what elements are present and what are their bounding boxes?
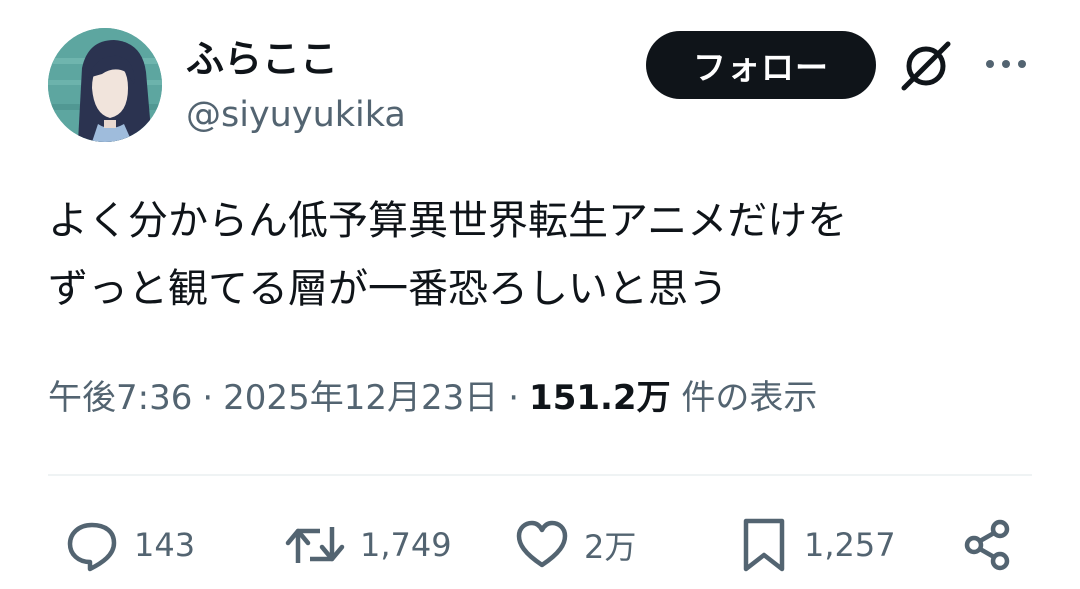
tweet-text: よく分からん低予算異世界転生アニメだけを ずっと観てる層が一番恐ろしいと思う — [48, 187, 1038, 323]
divider — [48, 474, 1032, 476]
action-bar: 143 1,749 2万 1,257 — [0, 510, 1080, 580]
user-info[interactable]: ふらここ @siyuyukika — [186, 36, 406, 136]
meta-separator: · — [202, 378, 214, 418]
reply-count: 143 — [134, 526, 196, 564]
repost-button[interactable]: 1,749 — [284, 510, 452, 580]
grok-icon[interactable] — [898, 38, 954, 94]
share-icon — [964, 519, 1010, 571]
bookmark-count: 1,257 — [804, 526, 896, 564]
views-label: 件の表示 — [681, 378, 818, 418]
tweet-text-line: よく分からん低予算異世界転生アニメだけを — [48, 198, 848, 244]
like-count: 2万 — [584, 528, 637, 566]
follow-button[interactable]: フォロー — [646, 31, 876, 99]
user-handle[interactable]: @siyuyukika — [186, 94, 406, 136]
display-name[interactable]: ふらここ — [186, 36, 406, 82]
tweet-text-line: ずっと観てる層が一番恐ろしいと思う — [48, 266, 728, 312]
bookmark-button[interactable]: 1,257 — [738, 510, 896, 580]
tweet-date[interactable]: 2025年12月23日 — [223, 378, 498, 418]
heart-icon — [516, 520, 568, 568]
meta-separator: · — [508, 378, 520, 418]
anime-girl-avatar-icon — [48, 28, 162, 142]
like-button[interactable]: 2万 — [514, 510, 636, 580]
repost-icon — [285, 527, 345, 563]
repost-count: 1,749 — [360, 526, 452, 564]
tweet-time[interactable]: 午後7:36 — [48, 378, 192, 418]
avatar[interactable] — [48, 28, 162, 142]
bookmark-icon — [743, 518, 785, 572]
more-horizontal-icon[interactable] — [982, 50, 1030, 78]
views-count[interactable]: 151.2万 — [529, 378, 671, 418]
share-button[interactable] — [960, 510, 1016, 580]
tweet-header: ふらここ @siyuyukika フォロー — [48, 28, 1038, 148]
reply-icon — [67, 522, 117, 572]
tweet-meta: 午後7:36 · 2025年12月23日 · 151.2万 件の表示 — [48, 376, 817, 420]
reply-button[interactable]: 143 — [64, 510, 195, 580]
